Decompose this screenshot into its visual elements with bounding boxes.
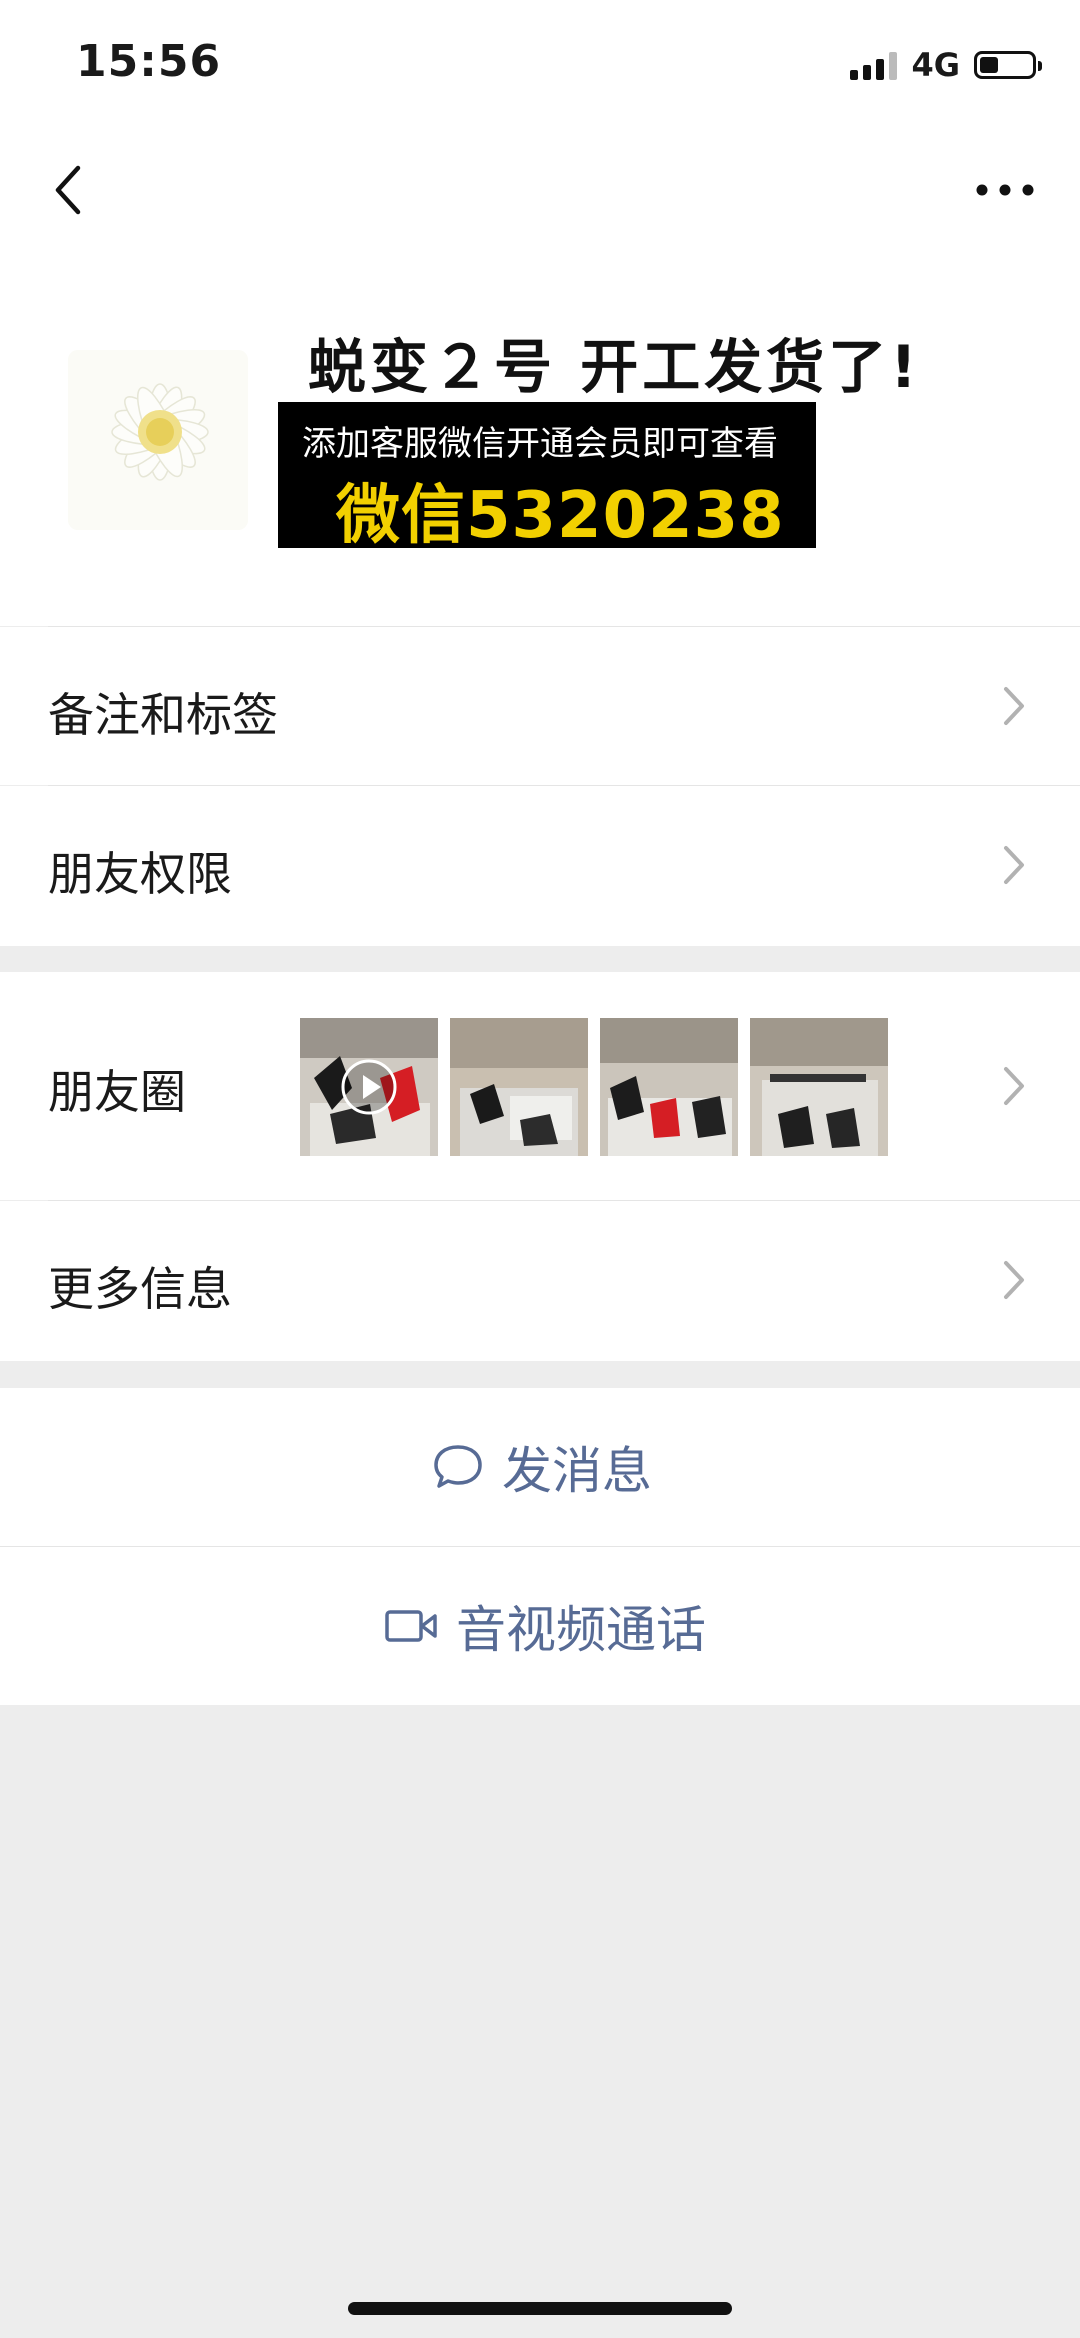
nav-bar — [0, 130, 1080, 250]
send-message-button[interactable]: 发消息 — [0, 1388, 1080, 1546]
promo-wechat-id: 微信5320238 — [336, 479, 785, 553]
promo-banner: 添加客服微信开通会员即可查看 微信5320238 — [278, 402, 816, 553]
network-type: 4G — [911, 46, 960, 84]
battery-icon — [974, 51, 1042, 79]
home-indicator — [348, 2302, 732, 2315]
row-remarks-tags[interactable]: 备注和标签 — [0, 627, 1080, 785]
profile-nickname: 蜕变２号 开工发货了! — [308, 333, 921, 401]
daisy-avatar-image — [68, 350, 248, 530]
back-icon[interactable] — [40, 160, 100, 220]
chat-bubble-icon — [434, 1445, 482, 1488]
moments-thumbnail[interactable] — [750, 1018, 888, 1156]
chevron-right-icon — [1004, 1261, 1024, 1299]
status-bar: 15:56 4G — [0, 0, 1080, 130]
send-message-label: 发消息 — [502, 1442, 652, 1500]
row-label: 朋友权限 — [48, 847, 232, 901]
chevron-right-icon — [1004, 687, 1024, 725]
moments-thumbnail[interactable] — [300, 1018, 438, 1156]
moments-thumbnail[interactable] — [450, 1018, 588, 1156]
row-label: 备注和标签 — [48, 688, 278, 742]
avatar[interactable] — [68, 350, 248, 530]
play-icon — [341, 1059, 397, 1115]
promo-text: 添加客服微信开通会员即可查看 — [302, 424, 778, 464]
video-camera-icon — [385, 1610, 437, 1642]
voice-video-call-button[interactable]: 音视频通话 — [0, 1547, 1080, 1705]
status-time: 15:56 — [76, 36, 222, 87]
row-friend-permissions[interactable]: 朋友权限 — [0, 786, 1080, 946]
chevron-right-icon — [1004, 1067, 1024, 1105]
more-icon[interactable] — [970, 168, 1040, 212]
profile-header: 蜕变２号 开工发货了! 添加客服微信开通会员即可查看 微信5320238 — [0, 250, 1080, 626]
status-indicators: 4G — [850, 46, 1042, 84]
chevron-right-icon — [1004, 846, 1024, 884]
row-label: 朋友圈 — [48, 1065, 186, 1119]
row-label: 更多信息 — [48, 1262, 232, 1316]
moments-thumbnails — [300, 1018, 888, 1156]
moments-thumbnail[interactable] — [600, 1018, 738, 1156]
voice-video-call-label: 音视频通话 — [456, 1601, 706, 1659]
row-more-info[interactable]: 更多信息 — [0, 1201, 1080, 1361]
signal-icon — [850, 50, 898, 80]
row-moments[interactable]: 朋友圈 — [0, 972, 1080, 1200]
